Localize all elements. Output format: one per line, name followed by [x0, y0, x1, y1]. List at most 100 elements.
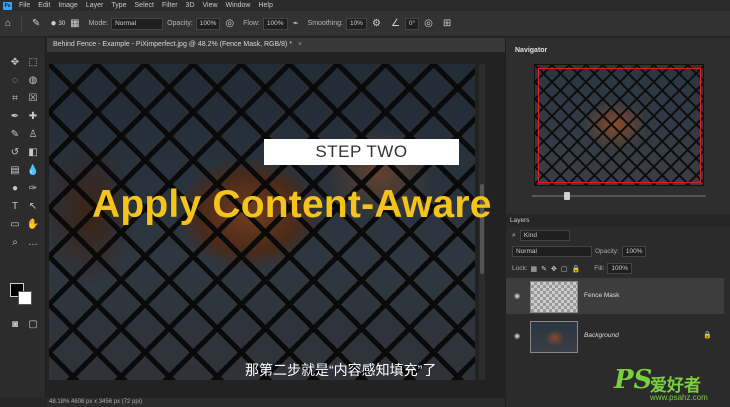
- blur-tool-icon[interactable]: 💧: [26, 164, 40, 178]
- layer-row[interactable]: ◉ Fence Mask: [506, 278, 724, 314]
- healing-tool-icon[interactable]: ✚: [26, 110, 40, 124]
- layers-lock-row: Lock: ▦ ✎ ✥ ▢ 🔒 Fill: 100%: [512, 263, 632, 274]
- lock-image-icon[interactable]: ✎: [541, 265, 547, 273]
- layer-name[interactable]: Fence Mask: [584, 292, 619, 299]
- tab-layers[interactable]: Layers: [510, 214, 530, 227]
- symmetry-icon[interactable]: ⊞: [443, 18, 451, 29]
- close-tab-icon[interactable]: ×: [298, 41, 302, 48]
- chinese-subtitle: 那第二步就是“内容感知填充”了: [245, 362, 437, 378]
- angle-field[interactable]: 0°: [404, 17, 420, 30]
- step-label: STEP TWO: [264, 139, 459, 165]
- layer-opacity-field[interactable]: 100%: [621, 246, 647, 257]
- mode-label: Mode:: [88, 20, 109, 27]
- angle-icon: ∠: [390, 18, 400, 29]
- zoom-tool-icon[interactable]: ⌕: [8, 236, 22, 250]
- menu-image[interactable]: Image: [54, 0, 81, 11]
- right-panel-dock: Navigator Layers ⌕ Kind Normal Opacity: …: [505, 38, 730, 407]
- menu-select[interactable]: Select: [131, 0, 158, 11]
- brush-settings-icon[interactable]: ▦: [70, 18, 79, 29]
- layer-name[interactable]: Background: [584, 332, 619, 339]
- smoothing-settings-icon[interactable]: ⚙: [372, 18, 381, 29]
- quick-mask-icon[interactable]: ◙: [8, 318, 22, 332]
- layer-row[interactable]: ◉ Background 🔒: [506, 318, 724, 354]
- menu-filter[interactable]: Filter: [158, 0, 182, 11]
- path-select-tool-icon[interactable]: ↖: [26, 200, 40, 214]
- flow-field[interactable]: 100%: [262, 17, 288, 30]
- divider: [21, 15, 23, 32]
- frame-tool-icon[interactable]: ☒: [26, 92, 40, 106]
- smoothing-label: Smoothing:: [307, 20, 343, 27]
- layers-panel-tabs: Layers: [506, 214, 730, 227]
- pressure-opacity-icon[interactable]: ◎: [225, 18, 234, 29]
- smoothing-field[interactable]: 10%: [345, 17, 367, 30]
- visibility-eye-icon[interactable]: ◉: [514, 292, 520, 300]
- document-tab-title: Behind Fence - Example - PiXimperfect.jp…: [53, 41, 292, 48]
- more-tools-icon[interactable]: …: [26, 236, 40, 250]
- menu-help[interactable]: Help: [254, 0, 276, 11]
- menu-type[interactable]: Type: [107, 0, 130, 11]
- rectangle-tool-icon[interactable]: ▭: [8, 218, 22, 232]
- layer-thumbnail: [530, 281, 578, 313]
- navigator-thumbnail[interactable]: [534, 64, 704, 186]
- eraser-tool-icon[interactable]: ◧: [26, 146, 40, 160]
- watermark-logo: PS: [614, 365, 653, 395]
- menu-view[interactable]: View: [199, 0, 222, 11]
- layer-lock-icon: 🔒: [703, 332, 712, 339]
- lock-all-icon[interactable]: 🔒: [572, 265, 581, 273]
- pressure-size-icon[interactable]: ◎: [424, 18, 433, 29]
- layer-thumbnail: [530, 321, 578, 353]
- screen-mode-icon[interactable]: ▢: [26, 318, 40, 332]
- history-brush-tool-icon[interactable]: ↺: [8, 146, 22, 160]
- layers-blend-row: Normal Opacity: 100%: [512, 246, 647, 257]
- airbrush-icon[interactable]: ⌁: [293, 18, 299, 29]
- menu-edit[interactable]: Edit: [34, 0, 54, 11]
- slider-track: [532, 195, 706, 197]
- brush-tool-icon[interactable]: ✎: [8, 128, 22, 142]
- menu-window[interactable]: Window: [222, 0, 255, 11]
- lock-position-icon[interactable]: ✥: [551, 265, 557, 273]
- fill-field[interactable]: 100%: [607, 263, 632, 274]
- menu-layer[interactable]: Layer: [82, 0, 108, 11]
- move-tool-icon[interactable]: ✥: [8, 56, 22, 70]
- document-tab[interactable]: Behind Fence - Example - PiXimperfect.jp…: [47, 38, 505, 52]
- navigator-view-rectangle[interactable]: [538, 68, 701, 183]
- opacity-field[interactable]: 100%: [195, 17, 221, 30]
- navigator-zoom-slider[interactable]: [524, 192, 714, 200]
- marquee-tool-icon[interactable]: ⬚: [26, 56, 40, 70]
- gradient-tool-icon[interactable]: ▤: [8, 164, 22, 178]
- type-tool-icon[interactable]: T: [8, 200, 22, 214]
- brush-tool-icon[interactable]: ✎: [32, 18, 40, 29]
- dodge-tool-icon[interactable]: ●: [8, 182, 22, 196]
- menu-3d[interactable]: 3D: [182, 0, 199, 11]
- eyedropper-tool-icon[interactable]: ✒: [8, 110, 22, 124]
- home-icon[interactable]: ⌂: [5, 18, 11, 29]
- pen-tool-icon[interactable]: ✑: [26, 182, 40, 196]
- brush-preset-icon[interactable]: ●: [50, 18, 56, 29]
- watermark-url: www.psahz.com: [650, 393, 708, 402]
- blend-mode-select[interactable]: Normal: [512, 246, 592, 257]
- lock-transparent-icon[interactable]: ▦: [531, 265, 538, 273]
- lock-artboard-icon[interactable]: ▢: [561, 265, 568, 273]
- background-color-swatch[interactable]: [18, 291, 32, 305]
- tools-panel: ✥ ⬚ ◌ ◍ ⌗ ☒ ✒ ✚ ✎ ♙ ↺ ◧ ▤ 💧 ● ✑ T ↖ ▭ ✋ …: [0, 38, 46, 398]
- menu-bar: Ps File Edit Image Layer Type Select Fil…: [0, 0, 730, 11]
- lock-label: Lock:: [512, 265, 528, 272]
- fill-label: Fill:: [594, 265, 605, 272]
- layer-kind-filter[interactable]: Kind: [519, 230, 570, 241]
- lasso-tool-icon[interactable]: ◌: [8, 74, 22, 88]
- status-bar: 48.18% 4608 px x 3456 px (72 ppi): [47, 398, 505, 407]
- slider-knob[interactable]: [564, 192, 570, 200]
- mode-select[interactable]: Normal: [111, 17, 164, 30]
- visibility-eye-icon[interactable]: ◉: [514, 332, 520, 340]
- navigator-panel-title[interactable]: Navigator: [506, 44, 716, 58]
- quick-select-tool-icon[interactable]: ◍: [26, 74, 40, 88]
- hand-tool-icon[interactable]: ✋: [26, 218, 40, 232]
- flow-label: Flow:: [243, 20, 260, 27]
- options-bar: ⌂ ✎ ● 30 ▦ Mode: Normal Opacity: 100% ◎ …: [0, 11, 730, 37]
- photoshop-logo-icon[interactable]: Ps: [3, 1, 12, 10]
- brush-size-value[interactable]: 30: [58, 21, 65, 27]
- menu-file[interactable]: File: [15, 0, 34, 11]
- crop-tool-icon[interactable]: ⌗: [8, 92, 22, 106]
- stamp-tool-icon[interactable]: ♙: [26, 128, 40, 142]
- site-watermark: PS 爱好者 www.psahz.com: [610, 365, 730, 407]
